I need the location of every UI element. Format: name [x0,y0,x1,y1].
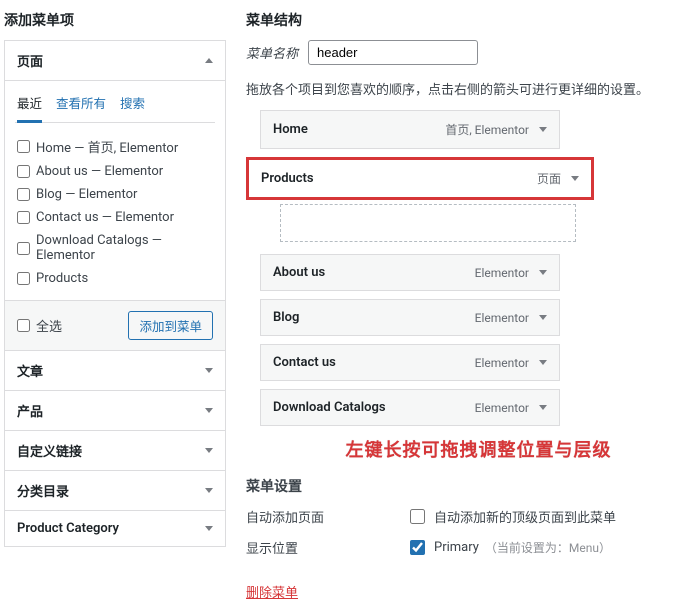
menu-item-type: 页面 [537,170,561,187]
page-label: Home — 首页, Elementor [36,137,178,156]
menu-name-input[interactable] [308,40,478,65]
accordion-label: 页面 [17,51,43,70]
accordion-label: Product Category [17,521,119,536]
page-item[interactable]: Contact us — Elementor [17,206,213,229]
menu-item-download[interactable]: Download Catalogs Elementor [260,389,560,426]
delete-menu-link[interactable]: 删除菜单 [246,582,298,601]
accordion-body-pages: 最近 查看所有 搜索 Home — 首页, Elementor About us… [5,80,225,350]
menu-item-products-dragging[interactable]: Products 页面 [246,157,594,200]
chevron-down-icon [205,368,213,373]
menu-item-title: Products [261,171,314,186]
accordion-head-products[interactable]: 产品 [5,390,225,430]
menu-item-home[interactable]: Home 首页, Elementor [260,110,560,149]
chevron-down-icon [205,488,213,493]
chevron-down-icon [205,408,213,413]
accordion: 页面 最近 查看所有 搜索 Home — 首页, Elementor About… [4,40,226,547]
menu-item-title: Home [273,122,308,137]
page-item[interactable]: About us — Elementor [17,160,213,183]
menu-item-type: Elementor [475,356,529,370]
chevron-down-icon [205,448,213,453]
accordion-head-posts[interactable]: 文章 [5,350,225,390]
chevron-down-icon[interactable] [539,315,547,320]
auto-add-text: 自动添加新的顶级页面到此菜单 [434,507,616,526]
chevron-down-icon[interactable] [539,127,547,132]
page-label: Products [36,271,88,286]
page-checkbox[interactable] [17,211,30,224]
page-checkbox[interactable] [17,140,30,153]
drop-placeholder [280,204,576,242]
tab-search[interactable]: 搜索 [120,89,145,122]
accordion-label: 产品 [17,401,43,420]
menu-item-title: Blog [273,310,299,325]
page-item[interactable]: Download Catalogs — Elementor [17,229,213,267]
drag-hint: 拖放各个项目到您喜欢的顺序，点击右侧的箭头可进行更详细的设置。 [246,79,697,98]
add-to-menu-button[interactable]: 添加到菜单 [128,311,213,340]
select-all[interactable]: 全选 [17,316,62,335]
accordion-label: 自定义链接 [17,441,82,460]
menu-item-title: About us [273,265,325,280]
chevron-up-icon [205,58,213,63]
tab-view-all[interactable]: 查看所有 [56,89,106,122]
menu-structure-title: 菜单结构 [246,10,697,30]
page-label: Download Catalogs — Elementor [36,233,213,263]
page-item[interactable]: Products [17,267,213,290]
page-label: Contact us — Elementor [36,210,174,225]
menu-item-type: Elementor [475,311,529,325]
primary-label: Primary [434,540,479,555]
chevron-down-icon[interactable] [539,405,547,410]
page-checkbox[interactable] [17,272,30,285]
menu-item-about[interactable]: About us Elementor [260,254,560,291]
chevron-down-icon[interactable] [539,360,547,365]
chevron-down-icon[interactable] [539,270,547,275]
menu-list: Home 首页, Elementor Products 页面 About us … [246,110,697,426]
menu-name-label: 菜单名称 [246,43,298,62]
display-location-label: 显示位置 [246,538,406,557]
select-all-checkbox[interactable] [17,319,30,332]
menu-item-type: 首页, Elementor [445,121,529,138]
select-all-label: 全选 [36,316,62,335]
primary-note: （当前设置为：Menu） [485,539,611,556]
accordion-label: 文章 [17,361,43,380]
display-location-option[interactable]: Primary （当前设置为：Menu） [406,537,611,558]
auto-add-checkbox[interactable] [410,509,425,524]
accordion-head-categories[interactable]: 分类目录 [5,470,225,510]
menu-item-blog[interactable]: Blog Elementor [260,299,560,336]
annotation-text: 左键长按可拖拽调整位置与层级 [260,436,697,462]
menu-item-title: Contact us [273,355,336,370]
page-item[interactable]: Home — 首页, Elementor [17,133,213,160]
menu-settings-title: 菜单设置 [246,476,697,496]
page-checkbox[interactable] [17,165,30,178]
page-item[interactable]: Blog — Elementor [17,183,213,206]
auto-add-option[interactable]: 自动添加新的顶级页面到此菜单 [406,506,616,527]
menu-item-type: Elementor [475,266,529,280]
accordion-head-custom-link[interactable]: 自定义链接 [5,430,225,470]
menu-item-type: Elementor [475,401,529,415]
chevron-down-icon [205,526,213,531]
page-checkbox[interactable] [17,242,30,255]
tab-recent[interactable]: 最近 [17,89,42,123]
page-label: About us — Elementor [36,164,163,179]
primary-checkbox[interactable] [410,540,425,555]
menu-item-title: Download Catalogs [273,400,386,415]
menu-item-contact[interactable]: Contact us Elementor [260,344,560,381]
accordion-label: 分类目录 [17,481,69,500]
auto-add-label: 自动添加页面 [246,507,406,526]
accordion-head-pages[interactable]: 页面 [5,41,225,80]
tabs: 最近 查看所有 搜索 [15,89,215,123]
add-items-title: 添加菜单项 [4,10,226,30]
page-checkbox[interactable] [17,188,30,201]
chevron-down-icon[interactable] [571,176,579,181]
page-label: Blog — Elementor [36,187,137,202]
accordion-head-product-category[interactable]: Product Category [5,510,225,546]
